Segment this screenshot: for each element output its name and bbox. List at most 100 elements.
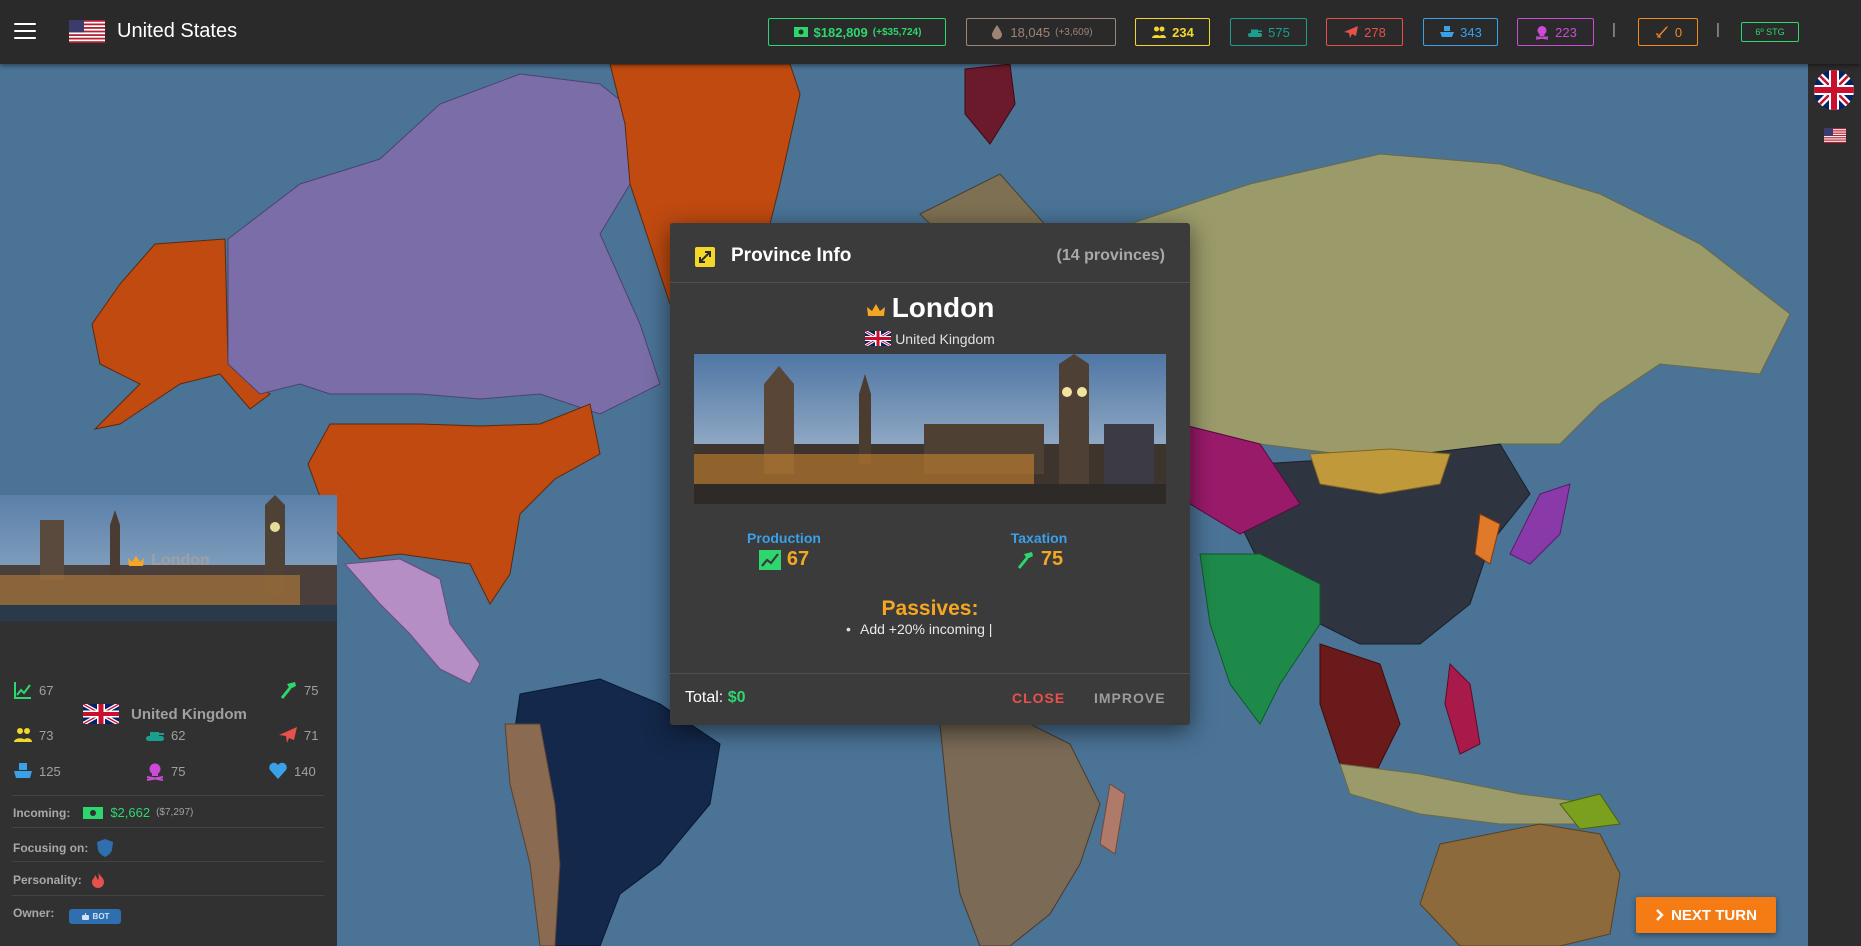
nukes-value: 223 <box>1555 24 1577 40</box>
us-flag-small-icon[interactable] <box>1824 128 1846 143</box>
province-country: United Kingdom <box>670 329 1190 348</box>
side-health-value: 140 <box>294 763 316 779</box>
australia-region[interactable] <box>1419 823 1621 946</box>
passives-title: Passives: <box>881 597 979 620</box>
skull-icon <box>1536 26 1549 40</box>
divider <box>12 795 324 796</box>
side-tanks-value: 62 <box>171 727 186 743</box>
heart-icon <box>269 762 287 779</box>
divider <box>12 895 324 896</box>
header-separator: | <box>1716 21 1720 38</box>
nukes-resource[interactable]: 223 <box>1517 18 1594 46</box>
side-ships-value: 125 <box>39 763 61 779</box>
production-label: Production <box>747 530 821 546</box>
missile-icon <box>1655 26 1668 38</box>
oil-change: (+3,609) <box>1055 26 1093 38</box>
province-heading: London <box>670 292 1190 324</box>
oil-resource[interactable]: 18,045 (+3,609) <box>966 18 1116 46</box>
chevron-right-icon <box>1656 909 1664 921</box>
passive-item: Add +20% incoming | <box>846 621 993 637</box>
tank-icon <box>1248 29 1263 37</box>
tanks-resource[interactable]: 575 <box>1230 18 1307 46</box>
plane-icon <box>1344 26 1359 38</box>
crown-icon <box>128 556 145 566</box>
us-flag-icon <box>69 20 105 43</box>
production-value: 67 <box>786 548 810 570</box>
side-health: 140 <box>268 761 316 781</box>
province-side-panel: London 67 75 United Kingdom 73 62 71 125 <box>0 495 337 946</box>
divider <box>12 861 324 862</box>
header-separator: | <box>1612 21 1616 38</box>
improve-button[interactable]: IMPROVE <box>1088 689 1172 707</box>
side-country: United Kingdom <box>83 704 247 724</box>
next-turn-button[interactable]: NEXT TURN <box>1636 897 1776 933</box>
owner-label: Owner: <box>13 906 55 920</box>
dialog-footer-divider <box>670 673 1190 674</box>
focus-label: Focusing on: <box>13 841 89 855</box>
nations-sidebar <box>1808 64 1861 946</box>
side-production-value: 67 <box>39 682 54 698</box>
total-cost: Total: $0 <box>685 689 746 707</box>
money-resource[interactable]: $182,809 (+$35,724) <box>768 18 946 46</box>
uk-flag-small-icon <box>83 704 119 724</box>
uk-flag-icon[interactable] <box>1814 70 1854 110</box>
aircraft-value: 278 <box>1364 24 1386 40</box>
aircraft-resource[interactable]: 278 <box>1326 18 1403 46</box>
production-stat: 67 <box>719 548 849 571</box>
money-icon <box>793 27 808 37</box>
side-taxation: 75 <box>278 680 318 700</box>
province-info-dialog: Province Info (14 provinces) London Unit… <box>670 223 1190 725</box>
incoming-sub: ($7,297) <box>156 807 194 818</box>
dialog-title: Province Info <box>731 245 852 266</box>
menu-icon[interactable] <box>14 23 36 39</box>
money-change: (+$35,724) <box>872 26 922 38</box>
missiles-value: 0 <box>1674 24 1683 40</box>
total-value: $0 <box>727 689 746 706</box>
incoming-label: Incoming: <box>13 805 71 820</box>
incoming-row: Incoming: $2,662 ($7,297) <box>13 805 193 820</box>
ships-resource[interactable]: 343 <box>1423 18 1498 46</box>
people-icon <box>1152 26 1167 38</box>
side-province-title: London <box>0 552 337 570</box>
oil-value: 18,045 <box>1010 24 1051 40</box>
uk-flag-small-icon <box>864 329 892 348</box>
tank-icon <box>146 732 164 741</box>
shield-icon[interactable] <box>96 838 114 858</box>
stage-badge[interactable]: 6º STG <box>1741 22 1799 42</box>
production-chart-icon <box>758 549 781 570</box>
missiles-resource[interactable]: 0 <box>1638 18 1698 46</box>
dialog-header: Province Info (14 provinces) <box>670 223 1190 283</box>
skull-icon <box>146 763 164 781</box>
taxation-value: 75 <box>1040 548 1064 570</box>
focus-row: Focusing on: <box>13 838 114 858</box>
crown-icon <box>866 303 885 316</box>
taxation-stat: 75 <box>974 548 1104 571</box>
tanks-value: 575 <box>1268 24 1290 40</box>
side-province-name: London <box>151 552 210 569</box>
side-aircraft-value: 71 <box>304 727 319 743</box>
ships-value: 343 <box>1460 24 1482 40</box>
plane-icon <box>279 727 297 743</box>
fire-icon <box>91 872 104 888</box>
province-country-name: United Kingdom <box>895 331 995 347</box>
resize-arrows-icon <box>695 247 715 267</box>
manpower-resource[interactable]: 234 <box>1135 18 1210 46</box>
ship-icon <box>1440 26 1455 37</box>
total-label: Total: <box>685 689 724 706</box>
side-taxation-value: 75 <box>304 682 319 698</box>
divider <box>12 827 324 828</box>
side-nukes: 75 <box>145 761 185 781</box>
robot-icon <box>81 912 89 920</box>
province-name: London <box>891 292 995 323</box>
side-country-name: United Kingdom <box>131 705 247 723</box>
close-button[interactable]: CLOSE <box>1006 689 1071 707</box>
side-aircraft: 71 <box>278 725 318 745</box>
nation-name: United States <box>117 20 238 42</box>
ship-icon <box>14 763 32 778</box>
oil-drop-icon <box>992 25 1003 40</box>
taxation-hammer-icon <box>1017 551 1033 569</box>
money-icon <box>83 806 104 819</box>
manpower-value: 234 <box>1172 24 1194 40</box>
owner-bot-badge[interactable]: BOT <box>69 909 121 924</box>
side-tanks: 62 <box>145 725 185 745</box>
